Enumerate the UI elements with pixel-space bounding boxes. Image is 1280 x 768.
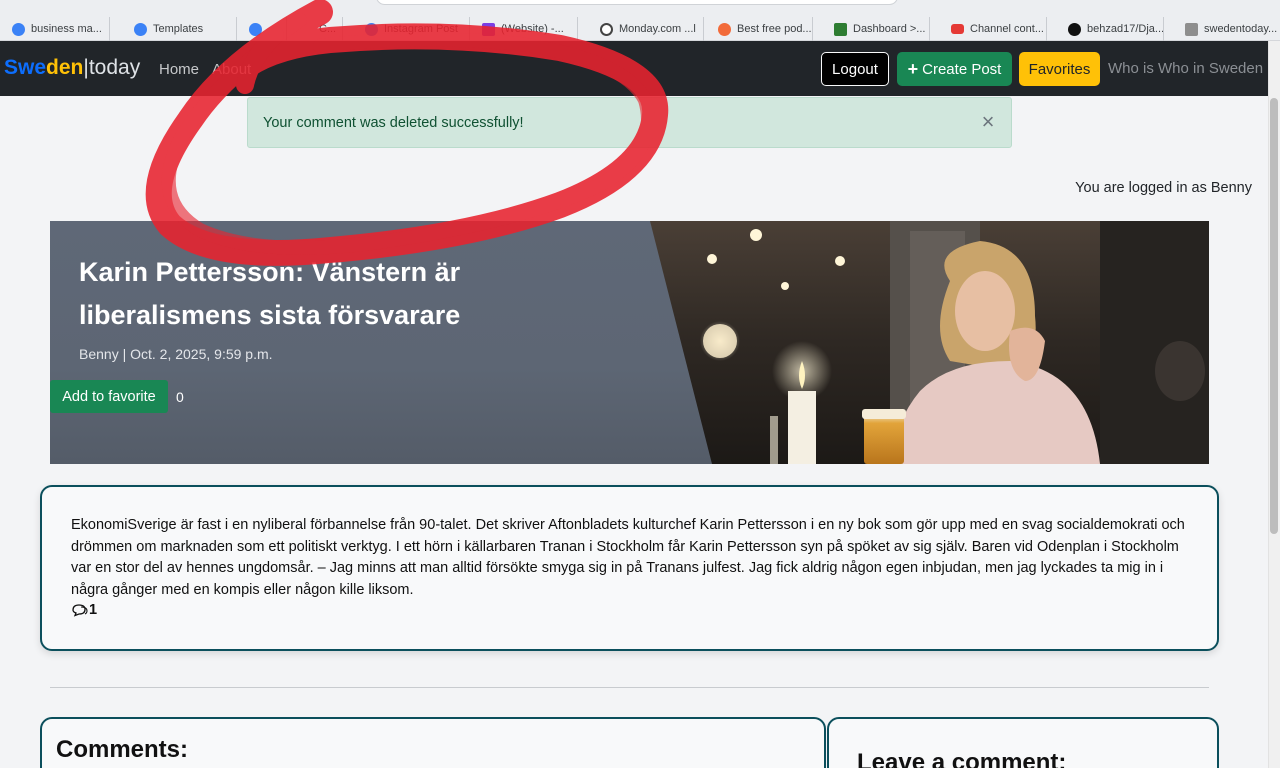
comments-icon (72, 604, 88, 618)
add-to-favorite-button[interactable]: Add to favorite (50, 380, 168, 413)
bookmark-item[interactable]: swedentoday... (1173, 17, 1280, 41)
bookmark-item[interactable]: Monday.com ...l (588, 17, 704, 41)
favorite-count: 0 (176, 389, 184, 405)
post-hero: Karin Pettersson: Vänstern är liberalism… (50, 221, 1209, 464)
monitor-icon (482, 22, 495, 36)
heroku-icon (1185, 22, 1198, 36)
post-title: Karin Pettersson: Vänstern är liberalism… (79, 257, 461, 330)
who-is-who-link[interactable]: Who is Who in Sweden (1108, 60, 1263, 77)
canva-icon (249, 22, 262, 36)
brand-logo[interactable]: Sweden|today (4, 56, 140, 80)
wifi-icon (834, 22, 847, 36)
logout-button[interactable]: Logout (821, 52, 889, 86)
post-meta: Benny | Oct. 2, 2025, 9:59 p.m. (79, 346, 273, 362)
nav-home-link[interactable]: Home (159, 61, 199, 78)
success-alert: Your comment was deleted successfully! × (247, 97, 1012, 148)
bookmark-item[interactable]: Dashboard >... (822, 17, 930, 41)
bookmark-item[interactable]: Instagram Post (353, 17, 470, 41)
alert-message: Your comment was deleted successfully! (263, 114, 524, 131)
github-icon (1068, 22, 1081, 36)
bookmark-item[interactable]: Channel cont... (939, 17, 1047, 41)
post-excerpt: EkonomiSverige är fast i en nyliberal fö… (71, 517, 1185, 598)
address-bar[interactable] (376, 0, 898, 5)
canva-icon (365, 22, 378, 36)
bookmark-item[interactable]: Best free pod... (706, 17, 813, 41)
post-excerpt-card: EkonomiSverige är fast i en nyliberal fö… (40, 485, 1219, 651)
bookmark-item[interactable]: behzad17/Dja... (1056, 17, 1164, 41)
chatgpt-icon (600, 22, 613, 36)
bookmark-item[interactable]: C... (287, 17, 343, 41)
scrollbar-thumb[interactable] (1270, 98, 1278, 534)
logged-in-status: You are logged in as Benny (1075, 180, 1252, 196)
leave-comment-card: Leave a comment: (827, 717, 1219, 768)
close-icon[interactable]: × (977, 111, 999, 133)
podcast-icon (718, 22, 731, 36)
comments-card: Comments: (40, 717, 826, 768)
section-divider (50, 687, 1209, 688)
comments-heading: Comments: (56, 736, 189, 763)
youtube-icon (951, 24, 964, 34)
nav-about-link[interactable]: About (212, 61, 251, 78)
bookmarks-bar: business ma... Templates C... Instagram … (0, 0, 1280, 41)
create-post-button[interactable]: + Create Post (897, 52, 1012, 86)
favorites-button[interactable]: Favorites (1019, 52, 1100, 86)
bookmark-item[interactable]: business ma... (0, 17, 110, 41)
bookmark-item[interactable] (237, 17, 287, 41)
canva-icon (134, 22, 147, 36)
leave-comment-heading: Leave a comment: (857, 749, 1067, 768)
bookmark-item[interactable]: (Website) -... (470, 17, 578, 41)
plus-icon: + (907, 58, 919, 79)
canva-icon (12, 22, 25, 36)
comment-count: 1 (71, 602, 1189, 618)
bookmark-item[interactable]: Templates (122, 17, 237, 41)
